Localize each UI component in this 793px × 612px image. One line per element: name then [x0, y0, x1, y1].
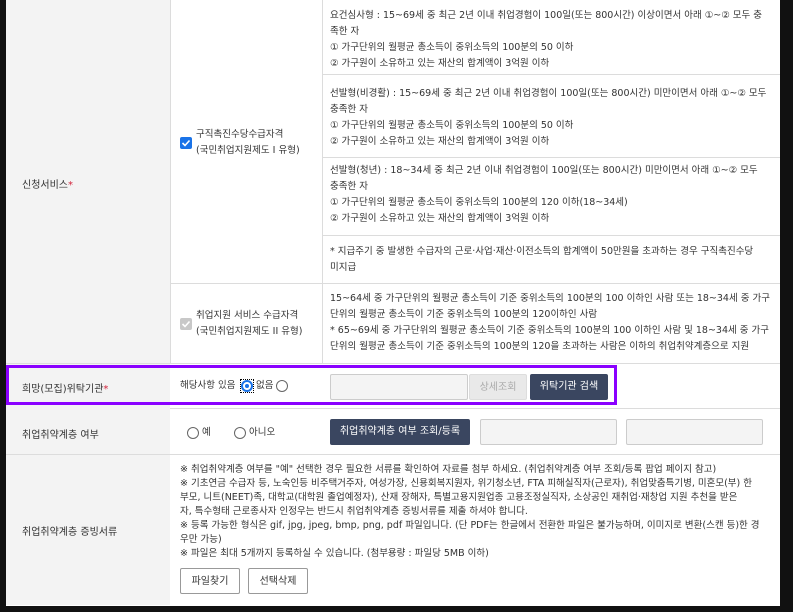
vulnerable-yes-radio[interactable]: [187, 427, 199, 439]
option1-checkbox[interactable]: [180, 137, 192, 149]
selected-delete-button[interactable]: 선택삭제: [248, 568, 308, 594]
option1-block-1: 요건심사형 : 15~69세 중 최근 2년 이내 취업경험이 100일(또는 …: [330, 10, 763, 69]
vulnerable-field-2[interactable]: [626, 419, 763, 445]
service-label: 신청서비스*: [22, 180, 73, 191]
vulnerable-yes-label: 예: [202, 427, 211, 438]
agency-no-label: 없음: [256, 380, 274, 391]
vulnerable-no-radio[interactable]: [234, 427, 246, 439]
agency-no-radio[interactable]: [276, 380, 288, 392]
agency-detail-button[interactable]: 상세조회: [469, 374, 527, 400]
agency-name-input[interactable]: [330, 374, 468, 400]
option1-title: 구직촉진수당수급자격 (국민취업지원제도 I 유형): [196, 129, 300, 156]
vulnerable-lookup-button[interactable]: 취업취약계층 여부 조회/등록: [330, 419, 470, 445]
vulnerable-label: 취업취약계층 여부: [22, 430, 99, 441]
proof-row: 취업취약계층 증빙서류 ※ 취업취약계층 여부를 "예" 선택한 경우 필요한 …: [6, 455, 780, 605]
vulnerable-field-1[interactable]: [480, 419, 617, 445]
option2-description: 15~64세 중 가구단위의 월평균 총소득이 기준 중위소득의 100분의 1…: [330, 293, 770, 352]
vulnerable-no-label: 아니오: [249, 427, 276, 438]
agency-search-button[interactable]: 위탁기관 검색: [530, 374, 608, 400]
option1-note: * 지급주기 중 발생한 수급자의 근로·사업·재산·이전소득의 합계액이 50…: [330, 246, 754, 273]
proof-label: 취업취약계층 증빙서류: [22, 527, 118, 538]
option2-checkbox[interactable]: [180, 318, 192, 330]
agency-row: 희망(모집)위탁기관* 해당사항 있음 없음 상세조회 위탁기관 검색: [6, 364, 780, 409]
agency-yes-label: 해당사항 있음: [180, 380, 236, 391]
option1-block-2: 선발형(비경활) : 15~69세 중 최근 2년 이내 취업경험이 100일(…: [330, 88, 767, 147]
service-row: 신청서비스* 구직촉진수당수급자격 (국민취업지원제도 I 유형) 요건심사형 …: [6, 0, 780, 364]
agency-label: 희망(모집)위탁기관*: [22, 384, 109, 395]
application-form: 신청서비스* 구직촉진수당수급자격 (국민취업지원제도 I 유형) 요건심사형 …: [6, 0, 780, 606]
file-find-button[interactable]: 파일찾기: [180, 568, 240, 594]
focus-ring: [240, 379, 254, 393]
proof-notes: ※ 취업취약계층 여부를 "예" 선택한 경우 필요한 서류를 확인하여 자료를…: [180, 464, 760, 559]
vulnerable-row: 취업취약계층 여부 예 아니오 취업취약계층 여부 조회/등록: [6, 408, 780, 455]
option1-block-3: 선발형(청년) : 18~34세 중 최근 2년 이내 취업경험이 100일(또…: [330, 165, 758, 224]
option2-title: 취업지원 서비스 수급자격 (국민취업지원제도 II 유형): [196, 310, 303, 337]
